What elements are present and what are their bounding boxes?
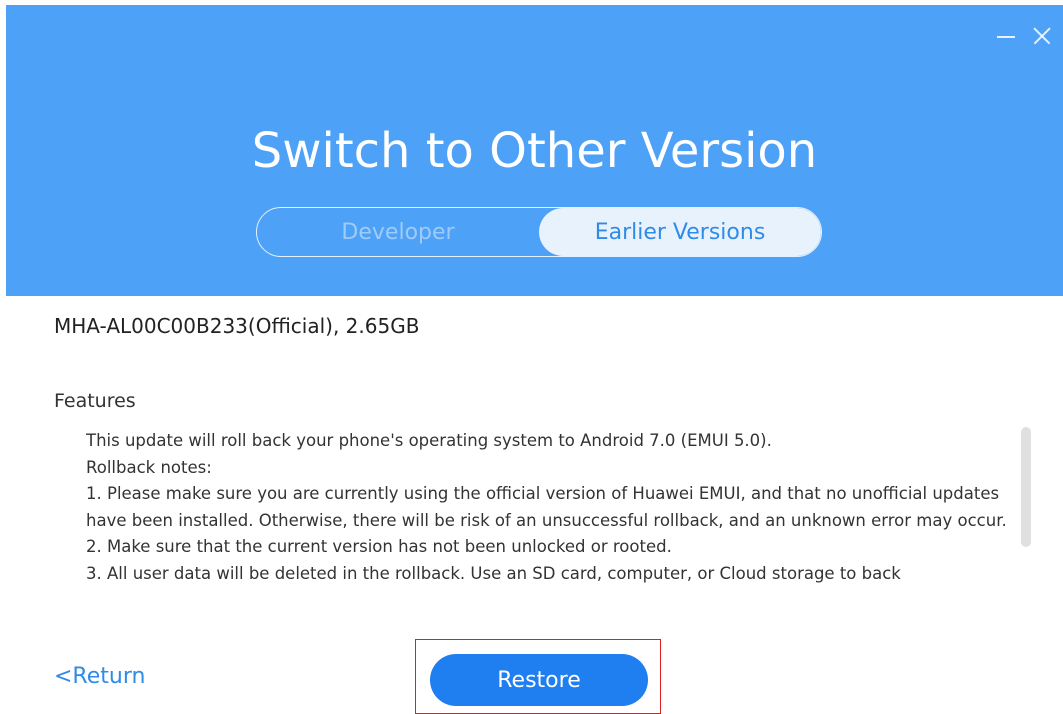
note-line: This update will roll back your phone's … — [86, 431, 772, 450]
notes-scrollbar[interactable] — [1021, 427, 1031, 547]
return-link[interactable]: <Return — [54, 664, 145, 689]
tab-earlier-versions[interactable]: Earlier Versions — [539, 208, 821, 256]
note-line: 2. Make sure that the current version ha… — [86, 537, 672, 556]
tab-developer[interactable]: Developer — [257, 208, 539, 256]
version-info: MHA-AL00C00B233(Official), 2.65GB — [54, 314, 420, 338]
minimize-icon[interactable] — [995, 25, 1017, 47]
release-notes: This update will roll back your phone's … — [86, 428, 1026, 618]
close-icon[interactable] — [1031, 25, 1053, 47]
restore-button[interactable]: Restore — [430, 654, 648, 706]
window-controls — [995, 25, 1053, 47]
version-switch-window: Switch to Other Version Developer Earlie… — [0, 0, 1063, 714]
features-heading: Features — [54, 390, 136, 412]
page-title: Switch to Other Version — [251, 123, 818, 179]
note-line: 3. All user data will be deleted in the … — [86, 563, 901, 583]
note-line: Rollback notes: — [86, 457, 212, 477]
version-tabs: Developer Earlier Versions — [256, 207, 822, 257]
header-banner: Switch to Other Version Developer Earlie… — [6, 5, 1063, 296]
note-line: 1. Please make sure you are currently us… — [86, 484, 1007, 530]
